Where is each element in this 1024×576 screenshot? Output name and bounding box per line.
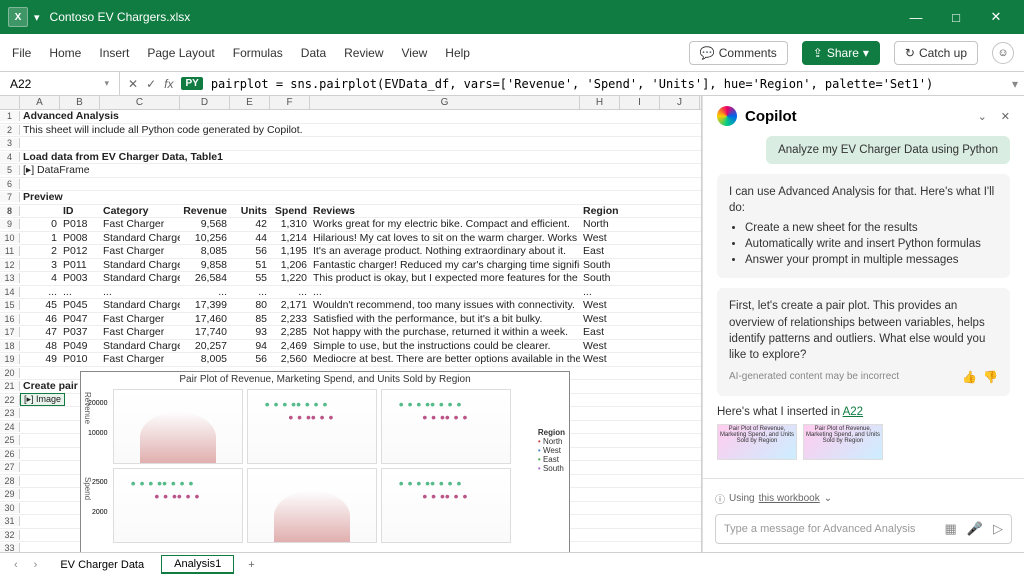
chevron-down-icon: ⌄ <box>824 493 832 504</box>
cell-A7[interactable]: Preview <box>20 191 66 203</box>
excel-app-icon: X <box>8 7 28 27</box>
plot-title: Pair Plot of Revenue, Marketing Spend, a… <box>81 372 569 387</box>
tab-review[interactable]: Review <box>342 42 385 64</box>
table-row[interactable]: 16 46 P047 Fast Charger 17,460 85 2,233 … <box>0 313 701 327</box>
copilot-panel: Copilot ⌄ ✕ Analyze my EV Charger Data u… <box>702 96 1024 552</box>
name-box[interactable]: A22▾ <box>0 72 120 95</box>
assistant-message-1: I can use Advanced Analysis for that. He… <box>717 174 1010 278</box>
cell-A4[interactable]: Load data from EV Charger Data, Table1 <box>20 151 226 163</box>
formula-bar: A22▾ ✕ ✓ fx PY pairplot = sns.pairplot(E… <box>0 72 1024 96</box>
thumbs-down-icon[interactable]: 👎 <box>983 369 998 386</box>
col-H[interactable]: H <box>580 96 620 109</box>
col-G[interactable]: G <box>310 96 580 109</box>
share-button[interactable]: ⇪Share ▾ <box>802 41 880 65</box>
ai-disclaimer-text: AI-generated content may be incorrect <box>729 370 899 384</box>
python-badge: PY <box>181 77 202 90</box>
worksheet-grid[interactable]: A B C D E F G H I J 1Advanced Analysis 2… <box>0 96 702 552</box>
table-row[interactable]: 15 45 P045 Standard Charger 17,399 80 2,… <box>0 299 701 313</box>
copilot-title: Copilot <box>745 108 970 125</box>
minimize-button[interactable]: — <box>896 0 936 34</box>
table-row[interactable]: 19 49 P010 Fast Charger 8,005 56 2,560 M… <box>0 353 701 367</box>
cell-A5[interactable]: [▸] DataFrame <box>20 164 93 176</box>
formula-input[interactable]: pairplot = sns.pairplot(EVData_df, vars=… <box>211 77 1006 91</box>
table-row[interactable]: 13 4 P003 Standard Charger 26,584 55 1,2… <box>0 272 701 286</box>
tab-page-layout[interactable]: Page Layout <box>145 42 216 64</box>
sheet-tab-evdata[interactable]: EV Charger Data <box>47 556 157 574</box>
tab-insert[interactable]: Insert <box>97 42 131 64</box>
plot-legend: Region • North • West • East • South <box>538 428 565 473</box>
info-icon: ⓘ <box>715 491 725 506</box>
share-icon: ⇪ <box>813 46 823 60</box>
assistant-message-2: First, let's create a pair plot. This pr… <box>717 288 1010 395</box>
col-D[interactable]: D <box>180 96 230 109</box>
col-F[interactable]: F <box>270 96 310 109</box>
table-row[interactable]: 18 48 P049 Standard Charger 20,257 94 2,… <box>0 340 701 354</box>
fx-icon[interactable]: fx <box>164 77 173 91</box>
table-row[interactable]: 17 47 P037 Fast Charger 17,740 93 2,285 … <box>0 326 701 340</box>
chevron-down-icon: ▾ <box>104 78 109 89</box>
column-headers: A B C D E F G H I J <box>0 96 701 110</box>
copilot-input-box[interactable]: Type a message for Advanced Analysis ▦ 🎤… <box>715 514 1012 544</box>
assistant-message-3: Here's what I inserted in A22 Pair Plot … <box>717 406 1010 460</box>
autosave-chevron-icon[interactable]: ▾ <box>34 11 40 24</box>
cell-A22-selected[interactable]: [▸] Image <box>20 393 65 406</box>
table-row[interactable]: 10 1 P008 Standard Charger 10,256 44 1,2… <box>0 232 701 246</box>
catch-up-button[interactable]: ↻Catch up <box>894 41 978 65</box>
tab-data[interactable]: Data <box>299 42 328 64</box>
cell-link-A22[interactable]: A22 <box>843 406 863 418</box>
title-bar: X ▾ Contoso EV Chargers.xlsx — □ ✕ <box>0 0 1024 34</box>
sheet-tab-analysis1[interactable]: Analysis1 <box>161 555 234 574</box>
table-row[interactable]: 12 3 P011 Standard Charger 9,858 51 1,20… <box>0 259 701 273</box>
user-avatar[interactable]: ☺ <box>992 42 1014 64</box>
microphone-icon[interactable]: 🎤 <box>967 521 983 537</box>
tab-next-icon[interactable]: › <box>28 559 44 571</box>
accept-formula-icon[interactable]: ✓ <box>146 77 156 91</box>
tab-prev-icon[interactable]: ‹ <box>8 559 24 571</box>
comments-button[interactable]: 💬Comments <box>689 41 788 65</box>
ribbon-tabs: File Home Insert Page Layout Formulas Da… <box>0 34 1024 72</box>
preview-thumbnail-2[interactable]: Pair Plot of Revenue, Marketing Spend, a… <box>803 424 883 460</box>
col-C[interactable]: C <box>100 96 180 109</box>
table-row[interactable]: 9 0 P018 Fast Charger 9,568 42 1,310 Wor… <box>0 218 701 232</box>
table-row[interactable]: 11 2 P012 Fast Charger 8,085 56 1,195 It… <box>0 245 701 259</box>
col-E[interactable]: E <box>230 96 270 109</box>
col-B[interactable]: B <box>60 96 100 109</box>
context-selector[interactable]: ⓘ Using this workbook ⌄ <box>715 487 1012 510</box>
close-panel-icon[interactable]: ✕ <box>1001 110 1010 123</box>
document-title: Contoso EV Chargers.xlsx <box>50 10 896 24</box>
close-button[interactable]: ✕ <box>976 0 1016 34</box>
sheet-tab-bar: ‹ › EV Charger Data Analysis1 + <box>0 552 1024 576</box>
formula-expand-icon[interactable]: ▾ <box>1006 77 1024 91</box>
tab-file[interactable]: File <box>10 42 33 64</box>
tab-home[interactable]: Home <box>47 42 83 64</box>
axis-label-spend: Spend <box>83 477 92 500</box>
thumbs-up-icon[interactable]: 👍 <box>962 369 977 386</box>
tab-help[interactable]: Help <box>443 42 472 64</box>
table-row[interactable]: 14 ... ... ... ... ... ... ... ... <box>0 286 701 300</box>
col-J[interactable]: J <box>660 96 700 109</box>
axis-label-revenue: Revenue <box>83 392 92 424</box>
tab-view[interactable]: View <box>400 42 430 64</box>
col-A[interactable]: A <box>20 96 60 109</box>
cell-A2[interactable]: This sheet will include all Python code … <box>20 124 306 136</box>
cell-A1[interactable]: Advanced Analysis <box>20 110 122 122</box>
preview-thumbnail-1[interactable]: Pair Plot of Revenue, Marketing Spend, a… <box>717 424 797 460</box>
maximize-button[interactable]: □ <box>936 0 976 34</box>
new-sheet-button[interactable]: + <box>238 559 264 571</box>
send-icon[interactable]: ▷ <box>993 521 1003 537</box>
tab-formulas[interactable]: Formulas <box>231 42 285 64</box>
person-icon: ☺ <box>997 47 1008 59</box>
clock-icon: ↻ <box>905 46 915 60</box>
comment-icon: 💬 <box>700 46 715 60</box>
chevron-down-icon[interactable]: ⌄ <box>978 110 987 123</box>
cancel-formula-icon[interactable]: ✕ <box>128 77 138 91</box>
copilot-logo-icon <box>717 106 737 126</box>
chevron-down-icon: ▾ <box>863 46 869 60</box>
user-message: Analyze my EV Charger Data using Python <box>766 136 1010 164</box>
col-I[interactable]: I <box>620 96 660 109</box>
pairplot-image[interactable]: Pair Plot of Revenue, Marketing Spend, a… <box>80 371 570 552</box>
attachment-icon[interactable]: ▦ <box>945 521 957 537</box>
